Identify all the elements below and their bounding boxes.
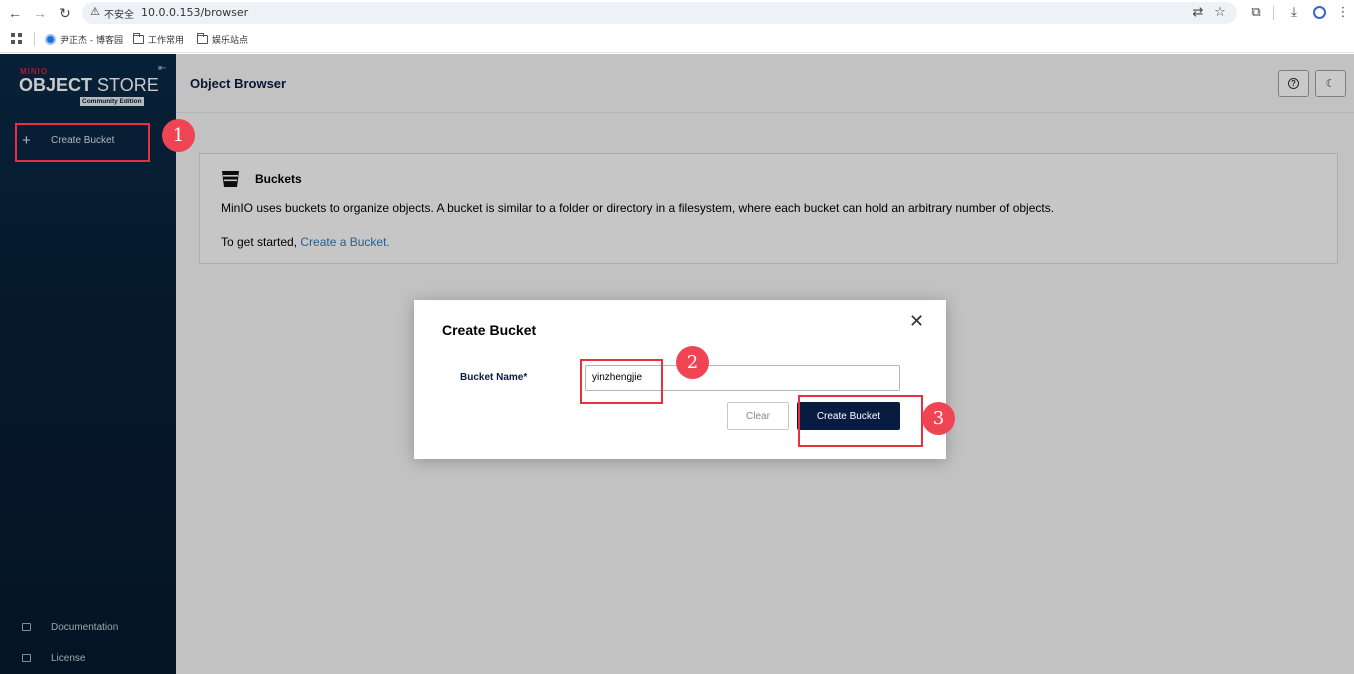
download-icon[interactable]: ⤓	[1285, 4, 1303, 20]
bookmarks-bar: 尹正杰 - 博客园 工作常用 娱乐站点	[0, 26, 1354, 53]
address-bar[interactable]	[82, 2, 1237, 24]
back-icon[interactable]: ←	[5, 3, 25, 23]
reload-icon[interactable]: ↻	[55, 3, 75, 23]
bookmark-folder-fun[interactable]: 娱乐站点	[197, 33, 248, 46]
annotation-number-2: 2	[676, 346, 709, 379]
bookmark-label: 尹正杰 - 博客园	[60, 36, 123, 46]
bookmarks-divider	[34, 32, 35, 46]
bookmark-label: 工作常用	[148, 36, 185, 46]
menu-icon[interactable]: ⋮	[1334, 4, 1352, 20]
dialog-title: Create Bucket	[442, 322, 537, 338]
extensions-icon[interactable]: ⧉	[1247, 4, 1265, 20]
bookmark-label: 娱乐站点	[212, 36, 249, 46]
url-text[interactable]: 10.0.0.153/browser	[141, 6, 248, 19]
star-icon[interactable]: ☆	[1211, 4, 1229, 20]
annotation-box-2	[580, 359, 663, 404]
annotation-number-3: 3	[922, 402, 955, 435]
insecure-label: 不安全	[104, 10, 134, 21]
bookmark-folder-work[interactable]: 工作常用	[133, 33, 184, 46]
folder-icon	[197, 33, 208, 44]
close-icon[interactable]: ✕	[909, 311, 924, 332]
bookmark-cnblogs[interactable]: 尹正杰 - 博客园	[45, 33, 123, 46]
annotation-number-1: 1	[162, 119, 195, 152]
clear-button[interactable]: Clear	[727, 402, 789, 430]
profile-icon[interactable]	[1313, 6, 1326, 19]
forward-icon[interactable]: →	[30, 3, 50, 23]
annotation-box-1	[15, 123, 150, 162]
translate-icon[interactable]: ⇄	[1189, 4, 1207, 20]
warning-icon: ⚠	[90, 6, 100, 18]
annotation-box-3	[798, 395, 923, 447]
folder-icon	[133, 33, 144, 44]
toolbar-divider	[1273, 6, 1274, 20]
cnblogs-icon	[45, 34, 56, 45]
bucket-name-label: Bucket Name*	[460, 372, 528, 383]
browser-toolbar: ← → ↻ ⚠ 不安全 10.0.0.153/browser ⇄ ☆ ⧉ ⤓ ⋮	[0, 0, 1354, 26]
apps-grid-icon[interactable]	[11, 33, 22, 44]
